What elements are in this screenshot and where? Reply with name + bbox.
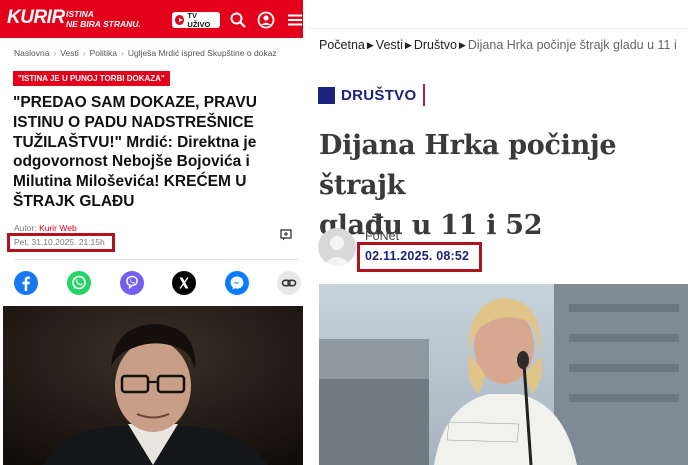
- comment-icon[interactable]: [280, 229, 292, 241]
- headline-subtitle-start: Mrdić: Direktna je: [121, 133, 257, 151]
- article-headline: "PREDAO SAM DOKAZE, PRAVU ISTINU O PADU …: [13, 93, 298, 212]
- breadcrumb-separator-icon: ▶: [404, 40, 412, 50]
- author-label: Autor:: [14, 223, 37, 233]
- breadcrumb-separator: ›: [82, 48, 86, 58]
- headline-tag: "ISTINA JE U PUNOJ TORBI DOKAZA": [13, 71, 170, 86]
- article-photo: [319, 284, 688, 465]
- headline-line: Milutina Miloševića! KREĆEM U: [13, 173, 247, 191]
- headline-line: odgovornost Nebojše Bojovića i: [13, 153, 250, 171]
- slogan-line-1: ISTINA: [66, 9, 94, 19]
- breadcrumb-vesti[interactable]: Vesti: [60, 48, 78, 58]
- link-icon[interactable]: [277, 271, 301, 295]
- play-icon: [175, 15, 185, 25]
- article-title: Dijana Hrka počinje štrajk glađu u 11 i …: [319, 126, 679, 246]
- headline-line: ISTINU O PADU NADSTREŠNICE: [13, 113, 254, 131]
- divider: [14, 259, 299, 260]
- article-author[interactable]: FoNet: [365, 229, 399, 243]
- section-divider: [423, 84, 426, 106]
- author-avatar: [318, 228, 356, 266]
- kurir-logo[interactable]: KURIR: [7, 7, 65, 29]
- kurir-article-panel: KURIR ISTINA NE BIRA STRANU. TV UŽIVO Na…: [0, 0, 303, 465]
- avatar-placeholder-icon: [323, 236, 351, 266]
- headline-line: "PREDAO SAM DOKAZE, PRAVU: [13, 94, 257, 111]
- author-link[interactable]: Kurir Web: [39, 223, 77, 233]
- top-rule: [306, 28, 688, 29]
- x-icon[interactable]: [172, 271, 196, 295]
- messenger-icon[interactable]: [225, 271, 249, 295]
- headline-line: ŠTRAJK GLAĐU: [13, 192, 135, 210]
- viber-icon[interactable]: [120, 271, 144, 295]
- section-name: DRUŠTVO: [341, 86, 417, 104]
- section-square-icon: [318, 86, 335, 104]
- article-photo: [3, 306, 303, 465]
- breadcrumb-current: Uglješa Mrdić ispred Skupštine o dokaz: [127, 48, 277, 58]
- headline-quote-end: TUŽILAŠTVU!": [13, 133, 122, 151]
- breadcrumb-separator-icon: ▶: [458, 40, 466, 50]
- kurir-slogan: ISTINA NE BIRA STRANU.: [66, 9, 146, 29]
- breadcrumb-separator: ›: [53, 48, 57, 58]
- breadcrumb-current: Dijana Hrka počinje štrajk gladu u 11 i: [467, 38, 677, 52]
- facebook-icon[interactable]: [14, 271, 38, 295]
- tv-live-label: TV UŽIVO: [187, 11, 211, 29]
- search-icon[interactable]: [229, 11, 247, 29]
- breadcrumb-home[interactable]: Naslovna: [14, 48, 49, 58]
- date-highlight-box: [7, 233, 115, 252]
- breadcrumb-home[interactable]: Početna: [319, 38, 365, 52]
- slogan-line-2: NE BIRA STRANU.: [66, 19, 141, 29]
- breadcrumb: Početna ▶ Vesti ▶ Društvo ▶ Dijana Hrka počinj…: [319, 38, 677, 52]
- nova-article-panel: Početna ▶ Vesti ▶ Društvo ▶ Dijana Hrka počinj…: [306, 0, 688, 465]
- breadcrumb-drustvo[interactable]: Društvo: [414, 38, 457, 52]
- headline-line: TUŽILAŠTVU!" Mrdić: Direktna je: [13, 133, 298, 153]
- tv-live-button[interactable]: TV UŽIVO: [172, 11, 220, 29]
- menu-icon[interactable]: [286, 11, 303, 29]
- whatsapp-icon[interactable]: [67, 271, 91, 295]
- date-highlight-box: [357, 242, 482, 272]
- breadcrumb-separator: ›: [120, 48, 124, 58]
- breadcrumb-vesti[interactable]: Vesti: [376, 38, 403, 52]
- title-line: Dijana Hrka počinje štrajk: [319, 130, 617, 201]
- user-icon[interactable]: [257, 11, 275, 29]
- breadcrumb: Naslovna › Vesti › Politika › Uglješa Mrdić is…: [14, 48, 303, 58]
- article-author: Autor: Kurir Web: [14, 223, 77, 233]
- section-label[interactable]: DRUŠTVO: [318, 84, 426, 106]
- breadcrumb-separator-icon: ▶: [366, 40, 374, 50]
- kurir-header: KURIR ISTINA NE BIRA STRANU. TV UŽIVO: [0, 0, 303, 38]
- breadcrumb-politika[interactable]: Politika: [90, 48, 117, 58]
